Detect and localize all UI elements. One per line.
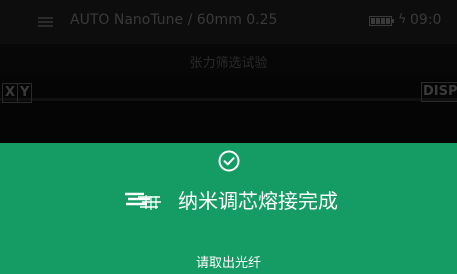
lightning-icon: ϟ <box>398 12 407 27</box>
y-view-label[interactable]: Y <box>17 84 31 102</box>
splice-complete-message: 纳米调芯熔接完成 <box>178 189 338 213</box>
x-view-label[interactable]: X <box>3 84 17 102</box>
fusion-splicer-screen: AUTO NanoTune / 60mm 0.25 ϟ 09:0 张力筛选试验 … <box>0 0 457 274</box>
status-bar: AUTO NanoTune / 60mm 0.25 ϟ 09:0 <box>0 0 457 44</box>
fiber-line <box>0 98 457 101</box>
battery-icon <box>369 16 394 26</box>
mode-title[interactable]: AUTO NanoTune / 60mm 0.25 <box>70 12 277 28</box>
xy-view-toggle[interactable]: X Y <box>2 83 33 103</box>
fiber-fusion-icon <box>125 192 161 210</box>
remove-fiber-hint: 请取出光纤 <box>195 256 261 271</box>
hamburger-menu-icon[interactable] <box>38 17 53 27</box>
disp-button[interactable]: DISP <box>421 82 457 102</box>
fiber-image-view <box>0 76 457 144</box>
test-mode-subtitle: 张力筛选试验 <box>189 56 268 71</box>
check-circle-icon <box>218 150 240 172</box>
splice-complete-panel: 纳米调芯熔接完成 请取出光纤 <box>0 143 457 274</box>
clock-time: 09:0 <box>410 12 442 28</box>
